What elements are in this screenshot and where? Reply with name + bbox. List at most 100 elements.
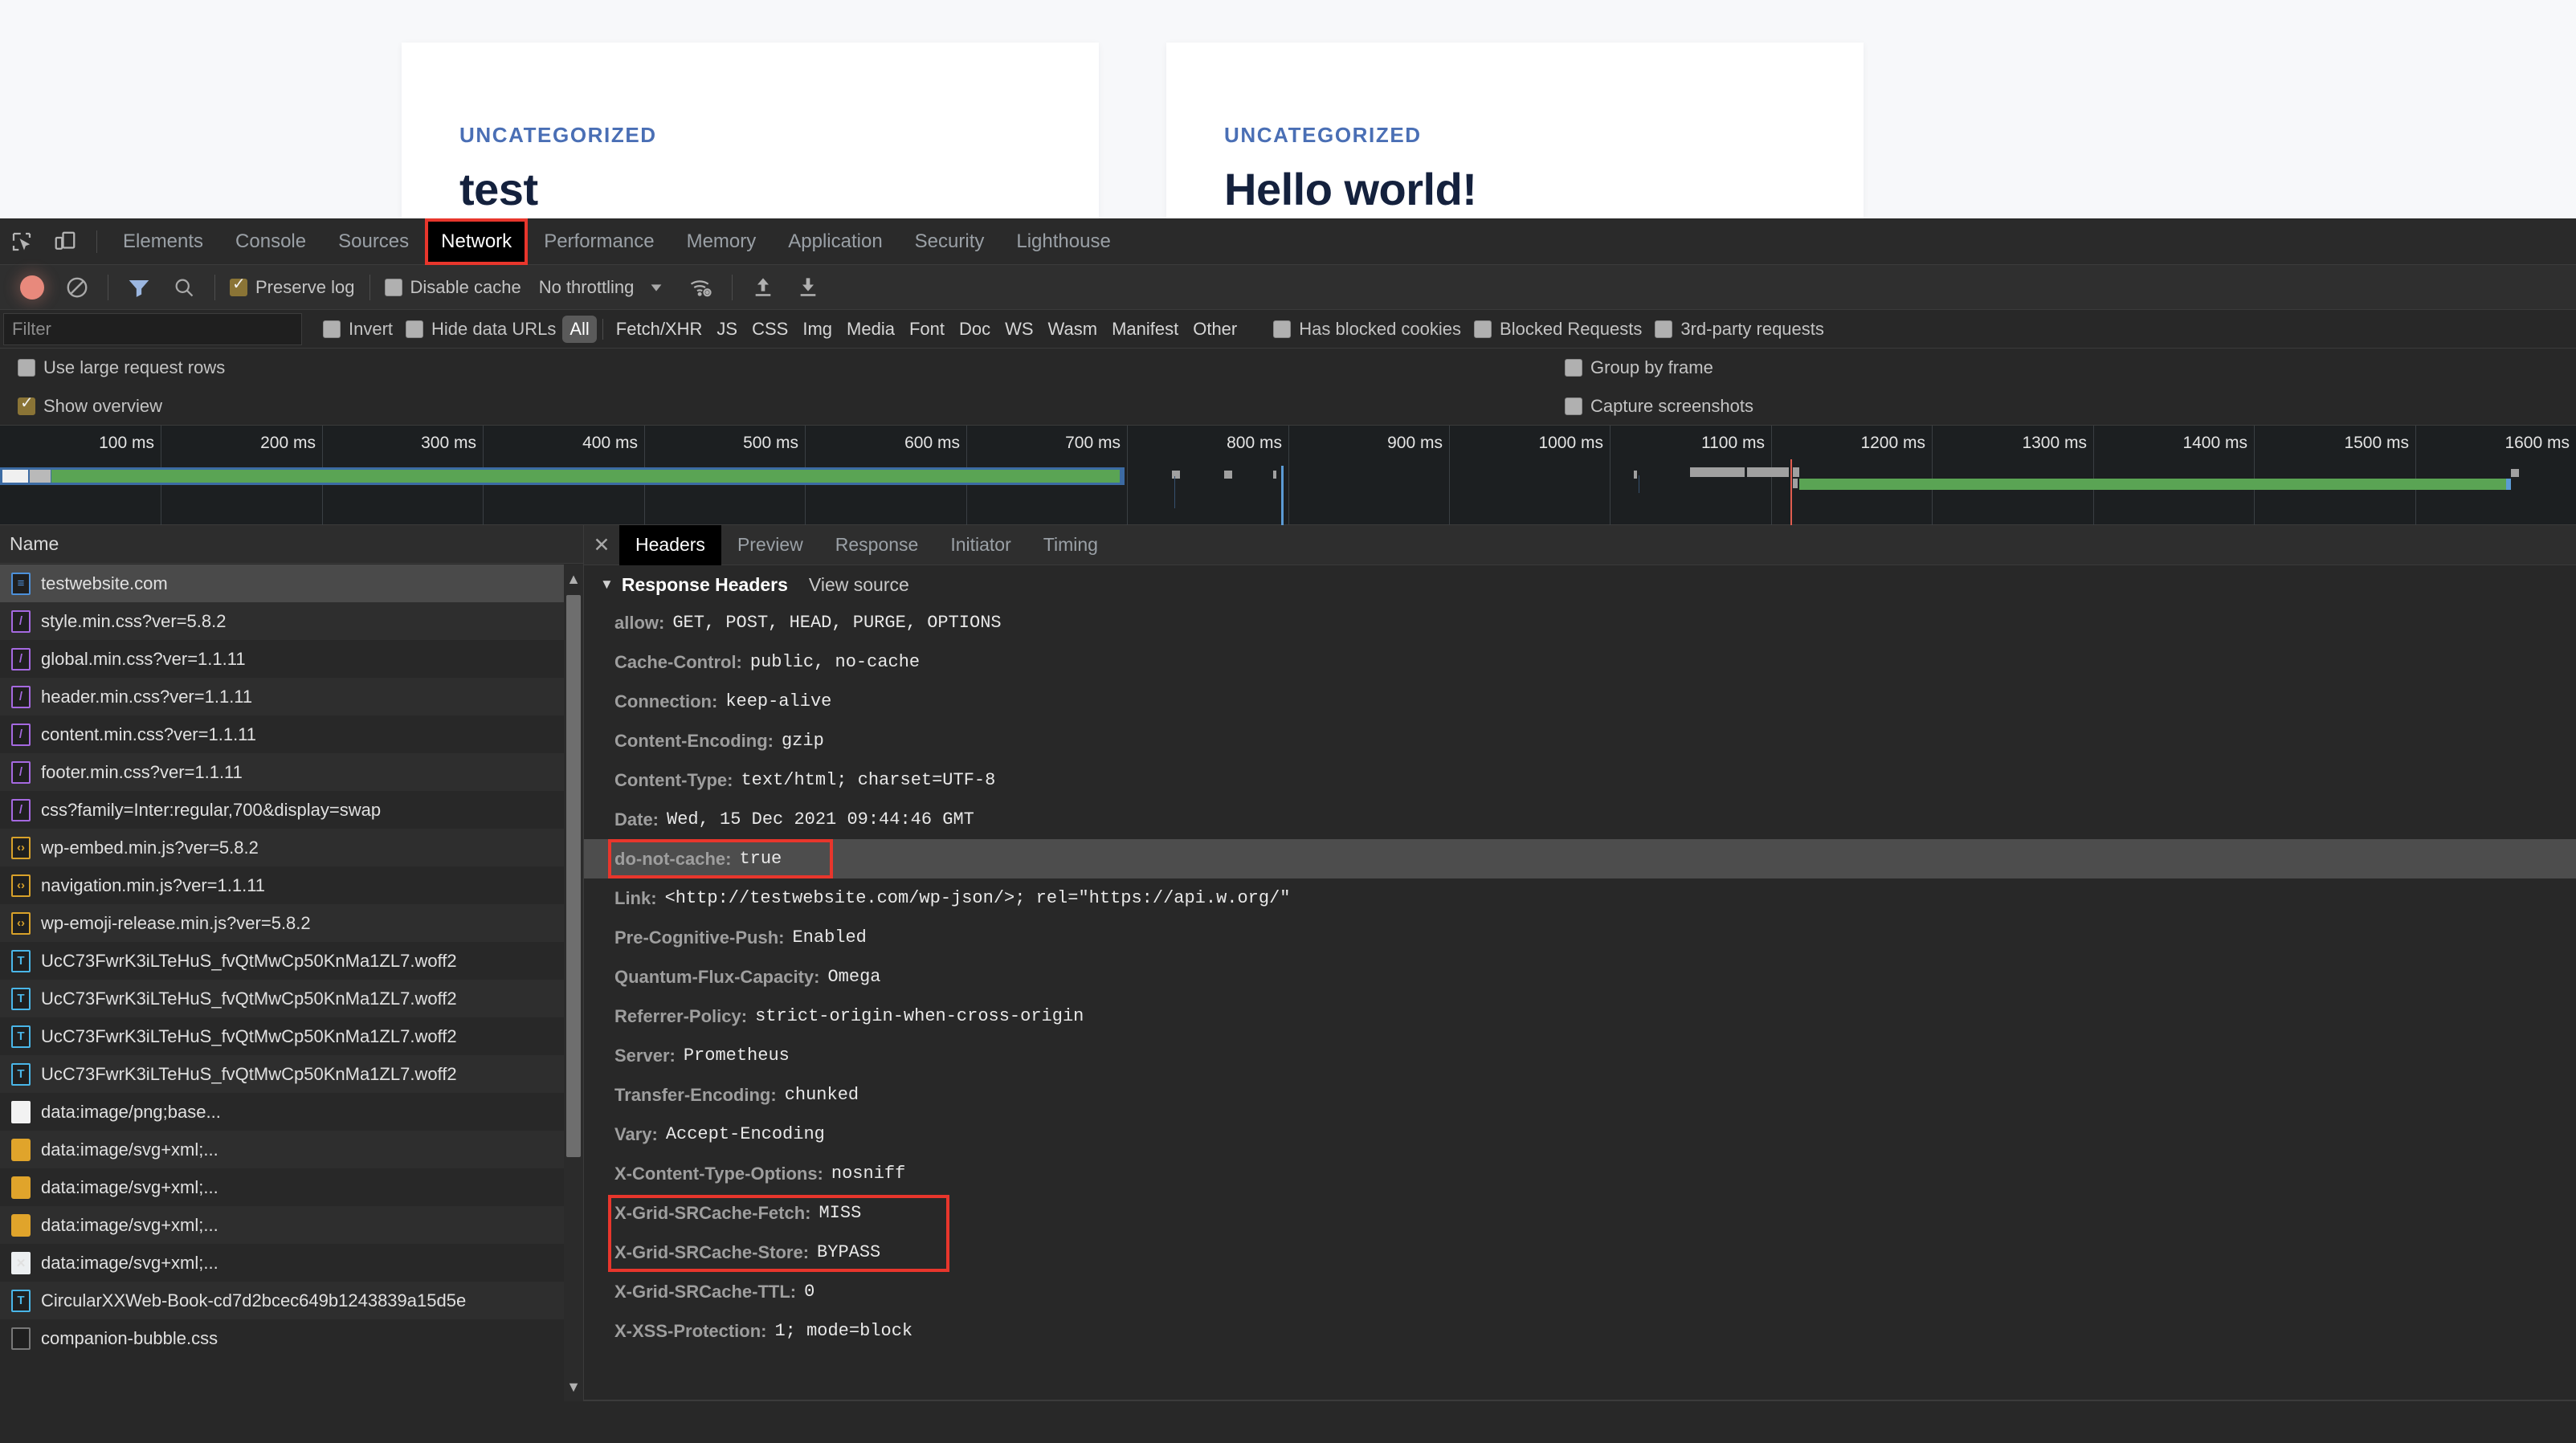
tab-application[interactable]: Application [772, 218, 898, 265]
import-har-icon[interactable] [741, 265, 786, 310]
filter-type-fetch-xhr[interactable]: Fetch/XHR [609, 316, 710, 343]
use-large-rows-checkbox[interactable] [18, 359, 35, 377]
blocked-requests-checkbox[interactable] [1474, 320, 1492, 338]
disable-cache-toggle[interactable]: Disable cache [378, 277, 528, 298]
scrollbar-thumb[interactable] [566, 595, 581, 1157]
request-row[interactable]: T UcC73FwrK3iLTeHuS_fvQtMwCp50KnMa1ZL7.wo… [0, 942, 583, 980]
header-row[interactable]: Cache-Control: public, no-cache [584, 642, 2576, 682]
header-row[interactable]: Link: <http://testwebsite.com/wp-json/>; … [584, 878, 2576, 918]
filter-type-all[interactable]: All [562, 315, 597, 343]
search-icon[interactable] [161, 265, 206, 310]
detail-tab-headers[interactable]: Headers [619, 525, 721, 565]
filter-type-doc[interactable]: Doc [952, 316, 998, 343]
device-toolbar-icon[interactable] [43, 218, 87, 265]
throttling-select[interactable]: No throttling [539, 277, 635, 298]
request-list-scrollbar[interactable]: ▲ ▼ [564, 565, 583, 1401]
request-row[interactable]: T CircularXXWeb-Book-cd7d2bcec649b1243839… [0, 1282, 583, 1319]
scroll-up-arrow[interactable]: ▲ [564, 565, 583, 593]
group-by-frame-toggle[interactable]: Group by frame [1558, 357, 1720, 378]
show-overview-checkbox[interactable] [18, 395, 35, 415]
request-list-column-header[interactable]: Name [0, 525, 583, 564]
request-row[interactable]: companion-bubble.css [0, 1319, 583, 1357]
detail-tab-response[interactable]: Response [819, 525, 935, 565]
has-blocked-cookies-toggle[interactable]: Has blocked cookies [1267, 319, 1468, 340]
header-row[interactable]: Server: Prometheus [584, 1036, 2576, 1075]
chevron-down-icon[interactable] [634, 265, 679, 310]
disable-cache-checkbox[interactable] [384, 278, 402, 296]
request-row[interactable]: ≡ testwebsite.com [0, 565, 583, 602]
request-row[interactable]: data:image/svg+xml;... [0, 1131, 583, 1168]
show-overview-toggle[interactable]: Show overview [11, 395, 169, 417]
record-button[interactable] [10, 265, 55, 310]
post-category[interactable]: UNCATEGORIZED [459, 123, 657, 148]
filter-type-media[interactable]: Media [839, 316, 902, 343]
inspect-element-icon[interactable] [0, 218, 43, 265]
header-row[interactable]: do-not-cache: true [584, 839, 2576, 878]
request-row[interactable]: / header.min.css?ver=1.1.11 [0, 678, 583, 715]
third-party-requests-checkbox[interactable] [1655, 320, 1673, 338]
request-row[interactable]: ‹› wp-embed.min.js?ver=5.8.2 [0, 829, 583, 866]
filter-type-wasm[interactable]: Wasm [1041, 316, 1105, 343]
header-row[interactable]: Pre-Cognitive-Push: Enabled [584, 918, 2576, 957]
post-card[interactable]: UNCATEGORIZED test [402, 43, 1099, 218]
request-rows[interactable]: ≡ testwebsite.com / style.min.css?ver=5.8.2… [0, 565, 583, 1401]
request-row[interactable]: / content.min.css?ver=1.1.11 [0, 715, 583, 753]
tab-memory[interactable]: Memory [671, 218, 773, 265]
preserve-log-checkbox[interactable] [230, 276, 247, 296]
header-row[interactable]: allow: GET, POST, HEAD, PURGE, OPTIONS [584, 603, 2576, 642]
tab-console[interactable]: Console [219, 218, 322, 265]
request-row[interactable]: / footer.min.css?ver=1.1.11 [0, 753, 583, 791]
filter-icon[interactable] [116, 265, 161, 310]
tab-lighthouse[interactable]: Lighthouse [1000, 218, 1126, 265]
detail-tab-initiator[interactable]: Initiator [934, 525, 1027, 565]
post-category[interactable]: UNCATEGORIZED [1224, 123, 1422, 148]
scroll-down-arrow[interactable]: ▼ [564, 1372, 583, 1401]
filter-type-font[interactable]: Font [902, 316, 952, 343]
request-row[interactable]: ‹› navigation.min.js?ver=1.1.11 [0, 866, 583, 904]
header-row[interactable]: Date: Wed, 15 Dec 2021 09:44:46 GMT [584, 800, 2576, 839]
capture-screenshots-toggle[interactable]: Capture screenshots [1558, 396, 1760, 417]
detail-tab-timing[interactable]: Timing [1027, 525, 1114, 565]
header-row[interactable]: Content-Encoding: gzip [584, 721, 2576, 760]
has-blocked-cookies-checkbox[interactable] [1273, 320, 1292, 338]
request-row[interactable]: / global.min.css?ver=1.1.11 [0, 640, 583, 678]
request-row[interactable]: T UcC73FwrK3iLTeHuS_fvQtMwCp50KnMa1ZL7.wo… [0, 1055, 583, 1093]
tab-network[interactable]: Network [425, 218, 529, 265]
tab-performance[interactable]: Performance [528, 218, 670, 265]
response-headers-section[interactable]: ▼ Response Headers View source [584, 566, 2576, 603]
request-row[interactable]: data:image/svg+xml;... [0, 1206, 583, 1244]
invert-checkbox[interactable] [323, 320, 341, 338]
chevron-down-icon[interactable]: ▼ [600, 577, 614, 593]
request-row[interactable]: data:image/svg+xml;... [0, 1168, 583, 1206]
header-row[interactable]: Referrer-Policy: strict-origin-when-cross… [584, 997, 2576, 1036]
use-large-rows-toggle[interactable]: Use large request rows [11, 357, 231, 378]
post-title[interactable]: Hello world! [1224, 167, 1477, 212]
header-row[interactable]: Quantum-Flux-Capacity: Omega [584, 957, 2576, 997]
export-har-icon[interactable] [786, 265, 831, 310]
post-card[interactable]: UNCATEGORIZED Hello world! [1166, 43, 1864, 218]
third-party-requests-toggle[interactable]: 3rd-party requests [1648, 319, 1831, 340]
filter-type-img[interactable]: Img [795, 316, 839, 343]
hide-data-urls-toggle[interactable]: Hide data URLs [399, 319, 562, 340]
request-row[interactable]: T UcC73FwrK3iLTeHuS_fvQtMwCp50KnMa1ZL7.wo… [0, 980, 583, 1017]
request-row[interactable]: ✕ data:image/svg+xml;... [0, 1244, 583, 1282]
request-row[interactable]: / style.min.css?ver=5.8.2 [0, 602, 583, 640]
clear-button[interactable] [55, 265, 100, 310]
capture-screenshots-checkbox[interactable] [1565, 397, 1582, 415]
filter-type-other[interactable]: Other [1186, 316, 1244, 343]
detail-tab-preview[interactable]: Preview [721, 525, 819, 565]
tab-sources[interactable]: Sources [322, 218, 425, 265]
header-row[interactable]: X-Grid-SRCache-TTL: 0 [584, 1272, 2576, 1311]
filter-type-js[interactable]: JS [709, 316, 745, 343]
request-row[interactable]: ‹› wp-emoji-release.min.js?ver=5.8.2 [0, 904, 583, 942]
request-row[interactable]: data:image/png;base... [0, 1093, 583, 1131]
network-conditions-icon[interactable] [679, 265, 724, 310]
header-row[interactable]: X-Content-Type-Options: nosniff [584, 1154, 2576, 1193]
network-overview-timeline[interactable]: 100 ms 200 ms 300 ms 400 ms 500 ms 600 ms 700 … [0, 426, 2576, 525]
header-row[interactable]: Content-Type: text/html; charset=UTF-8 [584, 760, 2576, 800]
view-source-link[interactable]: View source [809, 574, 909, 596]
preserve-log-toggle[interactable]: Preserve log [223, 276, 361, 298]
blocked-requests-toggle[interactable]: Blocked Requests [1468, 319, 1648, 340]
header-row[interactable]: X-Grid-SRCache-Store: BYPASS [584, 1233, 2576, 1272]
filter-type-manifest[interactable]: Manifest [1104, 316, 1186, 343]
